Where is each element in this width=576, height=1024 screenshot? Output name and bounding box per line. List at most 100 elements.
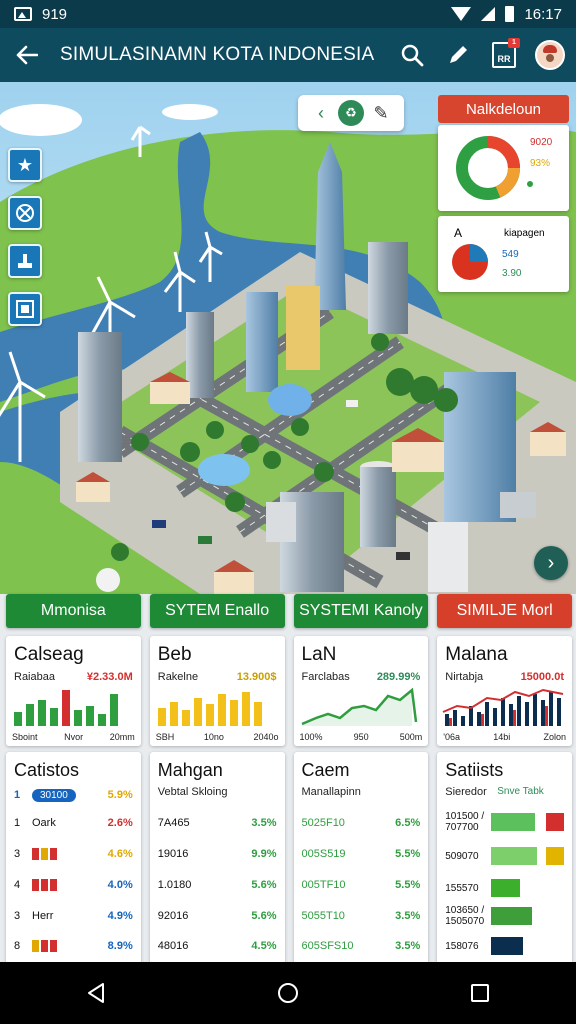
list-subtitle: Vebtal Skloing <box>157 786 228 798</box>
row-value: 9.9% <box>251 848 277 860</box>
list-item[interactable]: 19016 9.9% <box>158 845 277 863</box>
list-item[interactable]: 1.0180 5.6% <box>158 876 277 894</box>
widget2-value1: 549 <box>502 249 519 260</box>
back-arrow-icon[interactable] <box>10 38 44 72</box>
list-item[interactable]: 605SFS10 3.5% <box>302 937 421 955</box>
back-nav-icon[interactable] <box>76 973 116 1013</box>
panel-title[interactable]: Nalkdeloun <box>438 95 569 123</box>
row-name: Herr <box>32 910 54 922</box>
list-item[interactable]: 005TF10 5.5% <box>302 876 421 894</box>
card-title: Calseag <box>14 644 84 665</box>
list-title: Caem <box>301 760 350 780</box>
widget2-label: kiapagen <box>504 228 545 239</box>
page-title: SIMULASINAMN KOTA INDONESIA <box>60 44 375 65</box>
list-satiists[interactable]: Satiists Sieredor Snve Tabk 101500 / 707… <box>437 752 572 964</box>
row-name: Oark <box>32 817 56 829</box>
stat-card-malana[interactable]: Malana Nirtabja 15000.0t '06a 14bi Zolon <box>437 636 572 746</box>
list-item[interactable]: 509070 <box>445 844 564 868</box>
image-notification-icon <box>14 7 32 21</box>
stat-lists: Catistos 1 30100 5.9% 1 Oark 2.6% 3 4.6%… <box>6 752 572 964</box>
row-chips <box>32 940 108 952</box>
list-item[interactable]: 48016 4.5% <box>158 937 277 955</box>
list-item[interactable]: 158076 <box>445 934 564 958</box>
tick: 950 <box>353 732 369 742</box>
search-icon[interactable] <box>396 39 428 71</box>
stat-card-beb[interactable]: Beb Rakelne 13.900$ SBH 10no 2040o <box>149 636 285 746</box>
list-item[interactable]: 3 Herr 4.9% <box>14 907 133 925</box>
list-item[interactable]: 155570 <box>445 876 564 900</box>
landmark-tool-icon[interactable]: ★ <box>8 148 42 182</box>
card-title: Beb <box>157 644 192 665</box>
list-item[interactable]: 92016 5.6% <box>158 907 277 925</box>
tick: Sboint <box>12 732 38 742</box>
row-value: 3.5% <box>251 817 277 829</box>
list-item[interactable]: 3 4.6% <box>14 845 133 863</box>
list-item[interactable]: 8 8.9% <box>14 937 133 955</box>
row-name: 005TF10 <box>301 879 346 891</box>
mini-bar-chart <box>157 692 262 726</box>
map-side-toolbar: ★ <box>8 148 42 326</box>
list-item[interactable]: 1 Oark 2.6% <box>14 814 133 832</box>
layers-tool-icon[interactable] <box>8 292 42 326</box>
pencil-icon[interactable]: ✎ <box>368 100 394 126</box>
list-item[interactable]: 103650 / 1505070 <box>445 904 564 928</box>
row-key: 4 <box>14 879 21 891</box>
status-time: 16:17 <box>524 5 562 23</box>
list-caem[interactable]: Caem Manallapinn 5025F10 6.5% 005S519 5.5%… <box>293 752 429 964</box>
tab-system-enallo[interactable]: SYTEM Enallo <box>149 594 285 628</box>
list-catistos[interactable]: Catistos 1 30100 5.9% 1 Oark 2.6% 3 4.6%… <box>6 752 141 964</box>
recents-nav-icon[interactable] <box>460 973 500 1013</box>
avatar[interactable] <box>534 39 566 71</box>
row-chips <box>32 848 108 860</box>
donut-widget[interactable]: 9020 93% <box>438 125 569 211</box>
row-key: 1 <box>14 789 21 801</box>
row-bar-track <box>491 879 564 897</box>
row-name: 005S519 <box>301 848 346 860</box>
recycle-icon[interactable]: ♻ <box>338 100 364 126</box>
widget1-value1: 9020 <box>530 137 553 148</box>
tab-system-kanoly[interactable]: SYSTEMI Kanoly <box>293 594 429 628</box>
list-item[interactable]: 101500 / 707700 <box>445 810 564 834</box>
list-subtitle-link[interactable]: Snve Tabk <box>497 786 544 797</box>
stat-card-calseag[interactable]: Calseag Raiabaa ¥2.33.0M Sboint Nvor 20mm <box>6 636 141 746</box>
list-item[interactable]: 1 30100 5.9% <box>14 786 133 804</box>
row-key: 3 <box>14 848 21 860</box>
list-subtitle: Sieredor <box>445 786 487 798</box>
list-item[interactable]: 7A465 3.5% <box>158 814 277 832</box>
list-item[interactable]: 5025F10 6.5% <box>302 814 421 832</box>
row-value: 6.5% <box>395 817 421 829</box>
row-bar <box>491 879 521 897</box>
tick: '06a <box>443 732 460 742</box>
pie-widget[interactable]: A kiapagen 549 3.90 <box>438 216 569 292</box>
list-mahgan[interactable]: Mahgan Vebtal Skloing 7A465 3.5% 19016 9.9… <box>149 752 285 964</box>
list-title: Mahgan <box>157 760 223 780</box>
row-flag <box>546 847 564 865</box>
home-nav-icon[interactable] <box>268 973 308 1013</box>
tick: SBH <box>155 732 175 742</box>
list-item[interactable]: 4 4.0% <box>14 876 133 894</box>
list-item[interactable]: 5055T10 3.5% <box>302 907 421 925</box>
row-key: 1 <box>14 817 21 829</box>
row-key: 3 <box>14 910 21 922</box>
stat-cards: Calseag Raiabaa ¥2.33.0M Sboint Nvor 20mm … <box>6 636 572 746</box>
row-name: 7A465 <box>157 817 190 829</box>
chevron-left-icon[interactable]: ‹ <box>308 100 334 126</box>
tick: 500m <box>399 732 423 742</box>
tick: 10no <box>203 732 224 742</box>
build-tool-icon[interactable] <box>8 244 42 278</box>
row-bar <box>491 813 535 831</box>
widget1-value2: 93% <box>530 158 551 169</box>
row-bar <box>491 937 524 955</box>
row-value: 4.5% <box>251 940 277 952</box>
edit-pencil-icon[interactable] <box>442 39 474 71</box>
list-item[interactable]: 005S519 5.5% <box>302 845 421 863</box>
report-icon[interactable]: RR 1 <box>488 38 520 71</box>
tab-simulje-morl[interactable]: SIMILJE Morl <box>437 594 572 628</box>
row-name: 155570 <box>445 882 479 894</box>
compass-tool-icon[interactable] <box>8 196 42 230</box>
chevron-right-icon[interactable]: › <box>534 546 568 580</box>
battery-icon <box>505 6 515 22</box>
tab-mmonisa[interactable]: Mmonisa <box>6 594 141 628</box>
row-value: 8.9% <box>107 940 133 952</box>
stat-card-lan[interactable]: LaN Farclabas 289.99% 100% 950 500m <box>293 636 429 746</box>
